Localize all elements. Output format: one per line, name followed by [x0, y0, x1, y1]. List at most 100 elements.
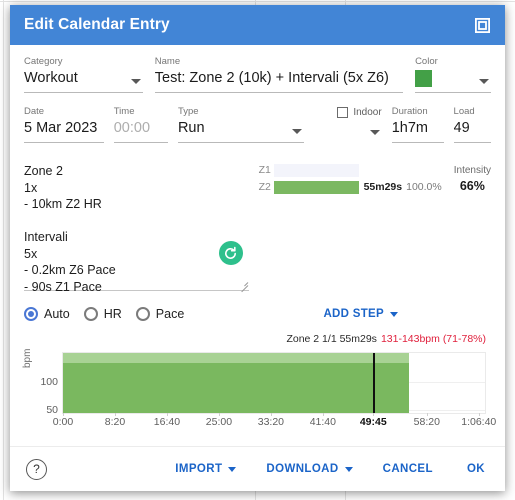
refresh-icon[interactable] — [218, 241, 243, 265]
load-value: 49 — [453, 120, 470, 136]
indoor-field[interactable]: Indoor — [314, 106, 382, 143]
chart-x-tick: 25:00 — [205, 416, 233, 428]
date-label: Date — [24, 106, 45, 117]
cancel-button[interactable]: CANCEL — [383, 457, 433, 481]
name-field[interactable]: Name Test: Zone 2 (10k) + Intervali (5x … — [154, 55, 404, 93]
zone-name: Z1 — [258, 164, 271, 176]
chevron-down-icon[interactable] — [369, 130, 380, 135]
zone-name: Z2 — [258, 181, 271, 193]
form-row-2: Date 5 Mar 2023 Time 00:00 Type Run Indo… — [10, 105, 505, 143]
time-label: Time — [113, 106, 135, 117]
duration-field[interactable]: Duration 1h7m — [391, 105, 444, 143]
chevron-down-icon[interactable] — [479, 79, 489, 84]
radio-pace-label: Pace — [155, 307, 185, 321]
chart-x-tick: 58:20 — [413, 416, 440, 428]
chevron-down-icon[interactable] — [291, 129, 302, 134]
date-value: 5 Mar 2023 — [24, 120, 98, 136]
name-label: Name — [154, 56, 181, 67]
indoor-label: Indoor — [353, 107, 382, 118]
dialog-footer: ? IMPORT DOWNLOAD CANCEL OK — [10, 446, 505, 491]
dialog-titlebar: Edit Calendar Entry — [10, 5, 505, 45]
category-field[interactable]: Category Workout — [24, 55, 143, 93]
type-field[interactable]: Type Run — [177, 105, 304, 143]
chart-cursor-marker[interactable] — [373, 353, 375, 413]
cancel-label: CANCEL — [382, 463, 433, 475]
chart-x-tick-mark — [218, 413, 220, 416]
radio-hr[interactable]: HR — [83, 307, 122, 321]
radio-auto[interactable]: Auto — [24, 307, 70, 321]
chart-y-axis-title: bpm — [22, 348, 33, 368]
chart-x-tick-mark — [426, 413, 428, 416]
type-label: Type — [177, 106, 199, 117]
chart-x-tick: 33:20 — [257, 416, 285, 428]
chart-header: Zone 2 1/1 55m29s 131-143bpm (71-78%) — [10, 333, 505, 345]
color-field[interactable]: Color — [415, 55, 491, 93]
time-field[interactable]: Time 00:00 — [113, 105, 168, 143]
zone-row: Z2 55m29s 100.0% — [259, 180, 442, 194]
duration-value: 1h7m — [391, 120, 428, 136]
chevron-down-icon — [344, 466, 353, 472]
import-label: IMPORT — [175, 463, 223, 475]
radio-dot-icon — [83, 307, 98, 321]
chart-x-tick: 16:40 — [153, 416, 181, 428]
chart-x-tick-mark — [373, 413, 375, 416]
zone-table: Z1 Z2 55m29s 100.0% — [259, 163, 442, 197]
zone-bar-fill — [273, 180, 359, 194]
color-value — [415, 68, 491, 88]
indoor-checkbox[interactable] — [337, 107, 349, 118]
load-label: Load — [453, 106, 475, 117]
download-label: DOWNLOAD — [266, 463, 339, 475]
footer-buttons: IMPORT DOWNLOAD CANCEL OK — [145, 457, 489, 481]
import-button[interactable]: IMPORT — [175, 457, 237, 481]
chart-x-tick: 1:06:40 — [461, 416, 497, 428]
add-step-label: ADD STEP — [323, 308, 384, 320]
dialog-body: Category Workout Name Test: Zone 2 (10k)… — [10, 45, 505, 446]
category-value: Workout — [24, 70, 78, 86]
duration-label: Duration — [391, 106, 428, 117]
chart-x-tick: 0:00 — [52, 416, 74, 428]
intensity-label: Intensity — [453, 165, 491, 176]
chart-x-tick: 41:40 — [309, 416, 336, 428]
indoor-spacer — [314, 119, 382, 139]
maximize-icon[interactable] — [471, 14, 493, 36]
chart-band-main — [63, 363, 410, 413]
screen: Edit Calendar Entry Category Workout Nam… — [0, 0, 515, 500]
help-icon[interactable]: ? — [26, 458, 47, 480]
chart-hr-range: 131-143bpm (71-78%) — [380, 333, 486, 345]
ok-label: OK — [466, 463, 485, 475]
load-field[interactable]: Load 49 — [453, 105, 491, 143]
chart-y-tick: 50 — [46, 404, 58, 417]
chevron-down-icon — [228, 466, 237, 472]
chart-plot-area[interactable]: 50 100 0:00 8:20 16:40 25:00 33:20 41:40 49:45 58… — [40, 352, 496, 428]
name-value: Test: Zone 2 (10k) + Intervali (5x Z6) — [154, 70, 389, 86]
chart-x-tick-mark — [322, 413, 324, 416]
chevron-down-icon[interactable] — [130, 79, 141, 84]
chart-segment-label: Zone 2 1/1 55m29s — [286, 333, 377, 345]
intensity-block: Intensity 66% — [454, 163, 491, 197]
workout-description-field[interactable]: Zone 2 1x - 10km Z2 HR Intervali 5x - 0.… — [24, 161, 249, 294]
type-value: Run — [177, 120, 205, 136]
date-field[interactable]: Date 5 Mar 2023 — [24, 105, 104, 143]
description-and-zones: Zone 2 1x - 10km Z2 HR Intervali 5x - 0.… — [10, 161, 505, 294]
zone-bar-track — [273, 180, 359, 194]
radio-auto-label: Auto — [44, 307, 70, 321]
edit-calendar-entry-dialog: Edit Calendar Entry Category Workout Nam… — [10, 5, 505, 491]
chart-band-upper — [63, 353, 410, 363]
radio-dot-icon — [135, 307, 150, 321]
mode-and-addstep-row: Auto HR Pace ADD STEP — [10, 303, 505, 325]
workout-description-text: Zone 2 1x - 10km Z2 HR Intervali 5x - 0.… — [24, 164, 116, 294]
radio-pace[interactable]: Pace — [135, 307, 185, 321]
hr-target-chart: bpm 50 100 0:00 8:20 16:40 25:00 33:20 41:40 49:… — [22, 348, 496, 430]
intensity-value: 66% — [459, 179, 485, 193]
dialog-title: Edit Calendar Entry — [24, 16, 170, 33]
zone-percent: 100.0% — [406, 181, 442, 193]
time-value: 00:00 — [113, 120, 151, 136]
zone-summary: Z1 Z2 55m29s 100.0% Intensity 66% — [249, 161, 491, 197]
resize-handle[interactable] — [239, 279, 248, 293]
add-step-button[interactable]: ADD STEP — [323, 308, 398, 320]
ok-button[interactable]: OK — [467, 457, 485, 481]
chevron-down-icon — [390, 311, 398, 317]
download-button[interactable]: DOWNLOAD — [266, 457, 353, 481]
zone-row: Z1 — [259, 163, 442, 177]
chart-x-tick-mark — [270, 413, 272, 416]
